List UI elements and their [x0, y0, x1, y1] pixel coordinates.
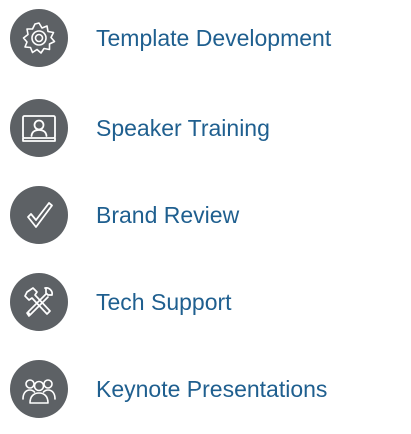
list-item-tech-support: Tech Support: [10, 273, 232, 331]
list-item-template-development: Template Development: [10, 9, 331, 67]
item-label: Template Development: [96, 24, 332, 51]
presenter-screen-icon: [10, 99, 68, 157]
item-label: Tech Support: [96, 288, 232, 315]
list-item-speaker-training: Speaker Training: [10, 99, 270, 157]
gear-icon: [10, 9, 68, 67]
audience-group-icon: [10, 360, 68, 418]
item-label: Speaker Training: [96, 114, 270, 141]
item-label: Brand Review: [96, 201, 240, 228]
service-list: Template Development Speaker Training Br…: [0, 0, 411, 434]
item-label: Keynote Presentations: [96, 375, 328, 402]
tools-icon: [10, 273, 68, 331]
checkmark-icon: [10, 186, 68, 244]
list-item-brand-review: Brand Review: [10, 186, 239, 244]
list-item-keynote-presentations: Keynote Presentations: [10, 360, 327, 418]
